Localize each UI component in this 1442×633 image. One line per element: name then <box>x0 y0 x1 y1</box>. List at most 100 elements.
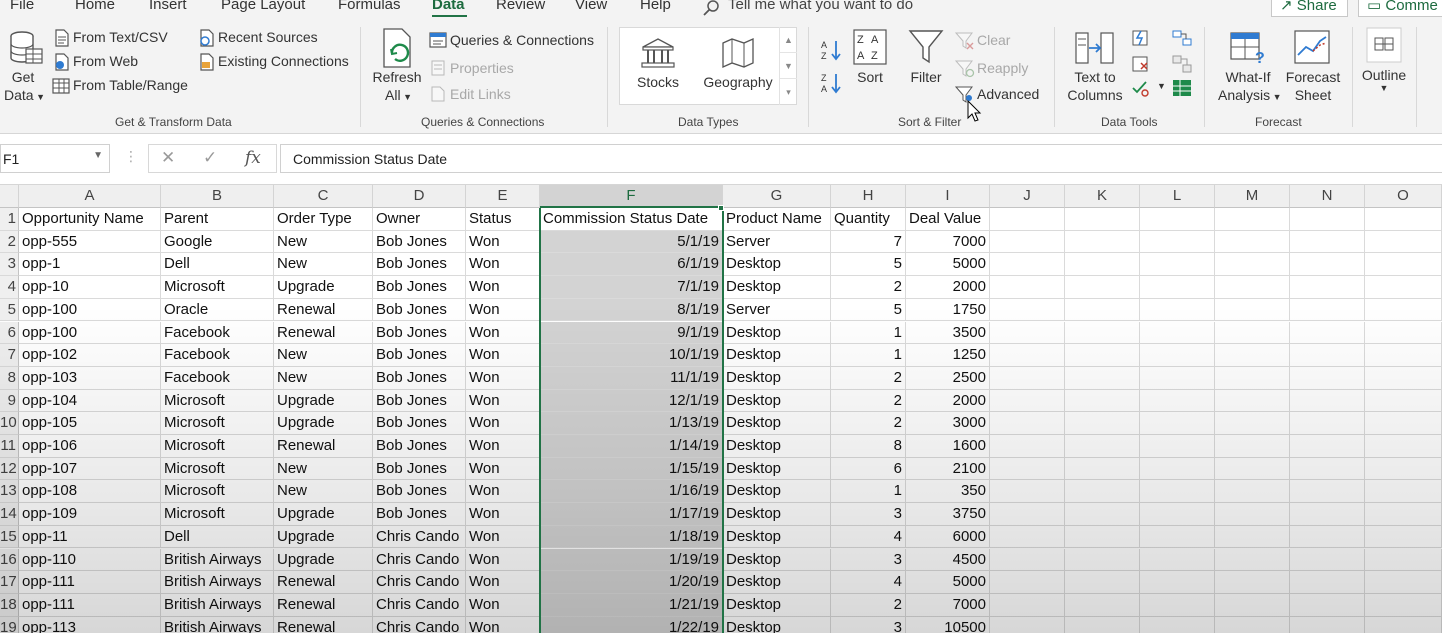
table-cell[interactable]: 2 <box>831 593 906 617</box>
table-cell[interactable] <box>1290 616 1365 633</box>
table-cell[interactable]: New <box>274 253 373 277</box>
table-cell[interactable]: 5 <box>831 253 906 277</box>
table-cell[interactable] <box>1365 548 1442 572</box>
table-cell[interactable] <box>990 276 1065 299</box>
table-cell[interactable] <box>1365 503 1442 526</box>
row-header[interactable]: 4 <box>0 276 19 299</box>
tell-me-search[interactable]: Tell me what you want to do <box>702 0 913 16</box>
table-cell[interactable]: Microsoft <box>161 412 274 435</box>
table-cell[interactable]: 3 <box>831 503 906 526</box>
insert-function-icon[interactable]: fx <box>245 148 261 168</box>
table-cell[interactable]: Desktop <box>723 593 831 617</box>
table-cell[interactable] <box>1215 298 1290 322</box>
table-cell[interactable]: opp-107 <box>19 457 161 481</box>
table-cell[interactable]: Microsoft <box>161 389 274 413</box>
row-header[interactable]: 1 <box>0 208 19 231</box>
table-cell[interactable]: Server <box>723 298 831 322</box>
column-header-g[interactable]: G <box>723 185 831 208</box>
table-cell[interactable]: 3000 <box>906 412 990 435</box>
table-cell[interactable]: Desktop <box>723 616 831 633</box>
table-cell[interactable]: New <box>274 344 373 367</box>
table-cell[interactable]: 11/1/19 <box>540 366 723 390</box>
row-header[interactable]: 19 <box>0 616 19 633</box>
table-cell[interactable]: Google <box>161 230 274 254</box>
table-cell[interactable] <box>1290 525 1365 549</box>
table-cell[interactable]: Renewal <box>274 435 373 458</box>
table-cell[interactable] <box>1215 435 1290 458</box>
table-cell[interactable]: opp-100 <box>19 298 161 322</box>
table-cell[interactable]: 2 <box>831 412 906 435</box>
table-cell[interactable]: Won <box>466 412 540 435</box>
table-cell[interactable]: 1600 <box>906 435 990 458</box>
resize-handle-icon[interactable]: ⋮ <box>124 148 138 165</box>
chevron-down-icon[interactable]: ▼ <box>93 150 103 161</box>
table-cell[interactable]: Won <box>466 344 540 367</box>
table-cell[interactable]: 2 <box>831 389 906 413</box>
table-cell[interactable] <box>1365 389 1442 413</box>
table-cell[interactable] <box>1215 230 1290 254</box>
table-cell[interactable]: Won <box>466 389 540 413</box>
table-cell[interactable]: Won <box>466 616 540 633</box>
table-cell[interactable]: Won <box>466 548 540 572</box>
table-cell[interactable]: Bob Jones <box>373 253 466 277</box>
table-cell[interactable] <box>1215 412 1290 435</box>
table-cell[interactable]: Bob Jones <box>373 321 466 345</box>
table-cell[interactable]: 1 <box>831 321 906 345</box>
table-cell[interactable]: 4 <box>831 571 906 594</box>
row-header[interactable]: 3 <box>0 253 19 277</box>
table-cell[interactable]: British Airways <box>161 548 274 572</box>
table-cell[interactable]: opp-100 <box>19 321 161 345</box>
table-cell[interactable]: 3 <box>831 616 906 633</box>
table-cell[interactable]: 1250 <box>906 344 990 367</box>
table-cell[interactable]: 2500 <box>906 366 990 390</box>
table-cell[interactable]: Upgrade <box>274 389 373 413</box>
table-cell[interactable]: Microsoft <box>161 457 274 481</box>
table-cell[interactable]: Desktop <box>723 344 831 367</box>
table-cell[interactable] <box>1290 389 1365 413</box>
table-cell[interactable]: Dell <box>161 525 274 549</box>
table-cell[interactable] <box>990 525 1065 549</box>
table-cell[interactable] <box>1065 616 1140 633</box>
table-cell[interactable] <box>1290 321 1365 345</box>
table-cell[interactable]: Bob Jones <box>373 276 466 299</box>
table-cell[interactable]: opp-106 <box>19 435 161 458</box>
table-cell[interactable]: New <box>274 366 373 390</box>
table-cell[interactable] <box>1140 321 1215 345</box>
table-cell[interactable] <box>1215 344 1290 367</box>
table-cell[interactable] <box>1365 298 1442 322</box>
table-cell[interactable]: Won <box>466 276 540 299</box>
table-cell[interactable] <box>990 321 1065 345</box>
table-cell[interactable] <box>1065 571 1140 594</box>
table-cell[interactable] <box>1365 457 1442 481</box>
table-cell[interactable] <box>990 230 1065 254</box>
table-cell[interactable]: Renewal <box>274 298 373 322</box>
table-cell[interactable]: Upgrade <box>274 276 373 299</box>
table-cell[interactable]: Bob Jones <box>373 503 466 526</box>
table-cell[interactable] <box>1065 321 1140 345</box>
row-header[interactable]: 13 <box>0 480 19 504</box>
table-cell[interactable]: 1/22/19 <box>540 616 723 633</box>
table-cell[interactable]: opp-110 <box>19 548 161 572</box>
row-header[interactable]: 5 <box>0 298 19 322</box>
table-cell[interactable] <box>1365 366 1442 390</box>
table-cell[interactable]: British Airways <box>161 616 274 633</box>
table-cell[interactable]: Upgrade <box>274 548 373 572</box>
row-header[interactable]: 7 <box>0 344 19 367</box>
table-cell[interactable]: 10/1/19 <box>540 344 723 367</box>
table-cell[interactable]: Microsoft <box>161 435 274 458</box>
table-cell[interactable] <box>1065 525 1140 549</box>
column-header-d[interactable]: D <box>373 185 466 208</box>
table-cell[interactable]: 8/1/19 <box>540 298 723 322</box>
name-box[interactable]: F1 ▼ <box>0 144 110 173</box>
table-cell[interactable]: opp-1 <box>19 253 161 277</box>
table-cell[interactable]: 1/16/19 <box>540 480 723 504</box>
column-header-c[interactable]: C <box>274 185 373 208</box>
table-cell[interactable]: 3 <box>831 548 906 572</box>
table-cell[interactable]: 5000 <box>906 571 990 594</box>
table-cell[interactable] <box>1065 480 1140 504</box>
table-cell[interactable]: 8 <box>831 435 906 458</box>
table-cell[interactable]: 1/14/19 <box>540 435 723 458</box>
table-cell[interactable] <box>1365 435 1442 458</box>
table-cell[interactable]: Bob Jones <box>373 457 466 481</box>
table-cell[interactable]: opp-105 <box>19 412 161 435</box>
